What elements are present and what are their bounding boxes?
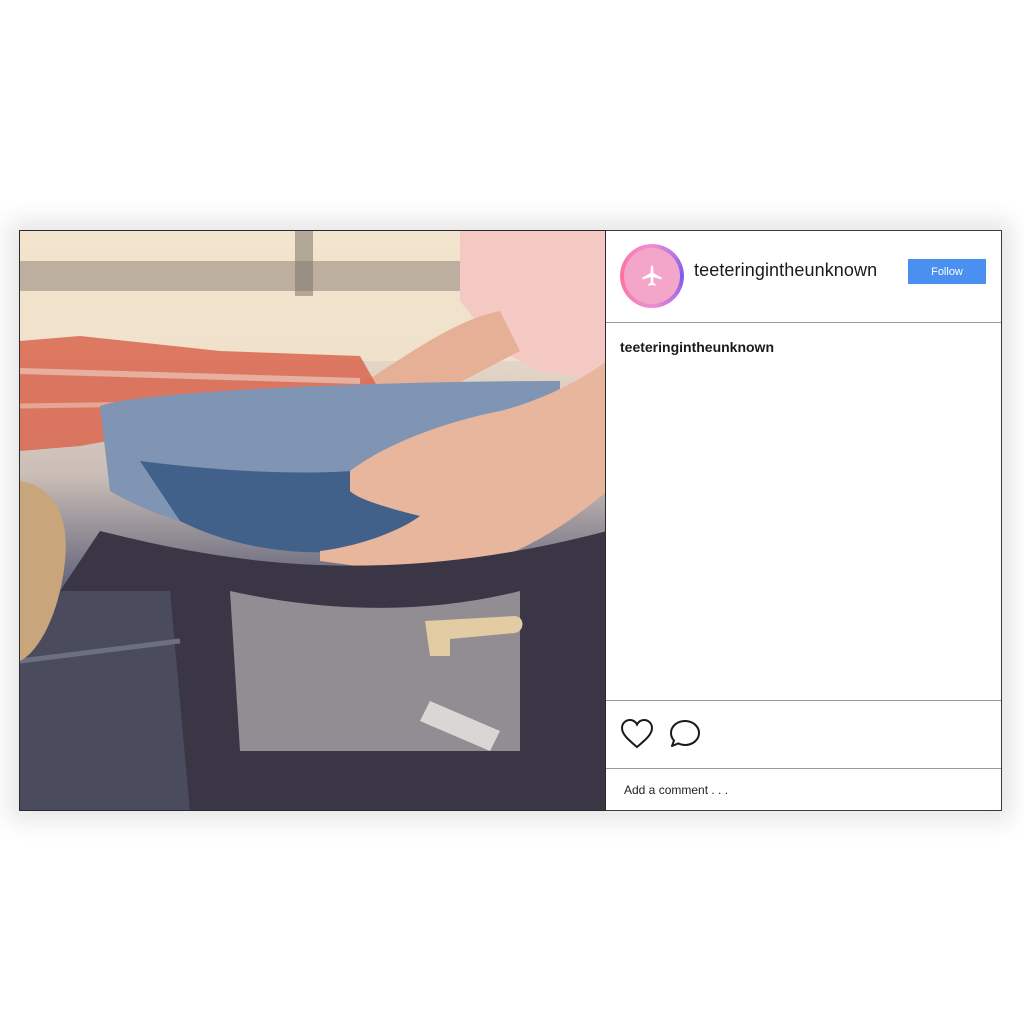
action-bar	[606, 700, 1001, 769]
post-header: teeteringintheunknown Follow	[606, 231, 1001, 323]
airplane-icon	[642, 265, 662, 286]
heart-icon[interactable]	[620, 718, 654, 750]
avatar[interactable]	[620, 244, 684, 308]
follow-button[interactable]: Follow	[908, 259, 986, 284]
avatar-image	[624, 248, 680, 304]
post-card: teeteringintheunknown Follow teeteringin…	[19, 230, 1002, 811]
comment-input[interactable]	[624, 783, 984, 797]
post-photo[interactable]	[19, 230, 606, 811]
header-username[interactable]: teeteringintheunknown	[694, 260, 877, 281]
comment-bubble-icon[interactable]	[668, 718, 702, 750]
stage: teeteringintheunknown Follow teeteringin…	[0, 0, 1024, 1024]
post-side-panel: teeteringintheunknown Follow teeteringin…	[606, 230, 1002, 811]
photo-illustration	[20, 231, 605, 810]
caption-username[interactable]: teeteringintheunknown	[620, 339, 774, 355]
